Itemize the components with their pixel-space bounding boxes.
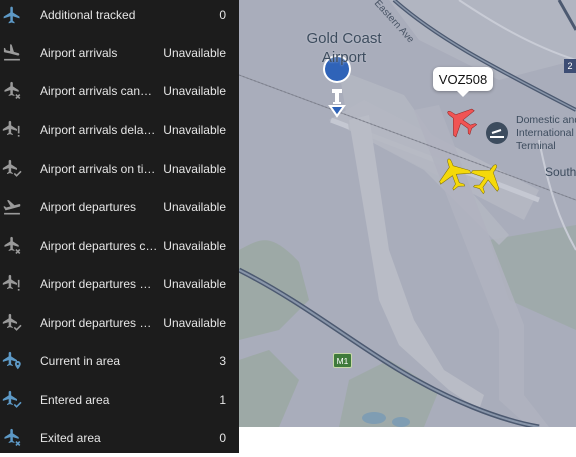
plane-cancel-icon: [2, 81, 22, 101]
list-item-value: 1: [219, 393, 226, 407]
sensor-list-panel: Additional tracked 0 Airport arrivals Un…: [0, 0, 239, 453]
list-item-value: Unavailable: [163, 46, 226, 60]
route-shield: 2: [564, 59, 576, 73]
list-item-value: Unavailable: [163, 162, 226, 176]
airport-label: Gold Coast Airport: [306, 30, 382, 66]
list-item-label: Exited area: [40, 431, 101, 445]
list-item-value: 0: [219, 8, 226, 22]
list-item-value: Unavailable: [163, 277, 226, 291]
plane-plus-icon: [2, 5, 22, 25]
plane-cancel-icon: [2, 236, 22, 256]
page-background: [239, 427, 576, 453]
list-item-airport-departures-cancelled[interactable]: Airport departures cancelled Unavailable: [0, 227, 239, 265]
list-item-value: Unavailable: [163, 239, 226, 253]
list-item-label: Airport arrivals delayed: [40, 123, 158, 137]
list-item-airport-arrivals-on-time[interactable]: Airport arrivals on time Unavailable: [0, 150, 239, 188]
plane-takeoff-icon: [2, 197, 22, 217]
list-item-label: Airport departures delayed: [40, 277, 158, 291]
list-item-airport-arrivals-cancelled[interactable]: Airport arrivals cancelled Unavailable: [0, 72, 239, 110]
list-item-label: Additional tracked: [40, 8, 136, 22]
list-item-label: Airport arrivals cancelled: [40, 84, 158, 98]
plane-check-icon: [2, 390, 22, 410]
list-item-value: 0: [219, 431, 226, 445]
plane-check-icon: [2, 313, 22, 333]
list-item-airport-arrivals[interactable]: Airport arrivals Unavailable: [0, 34, 239, 72]
flight-map[interactable]: Gold Coast Airport Domestic and Internat…: [239, 0, 576, 427]
list-item-label: Airport arrivals on time: [40, 162, 158, 176]
list-item-label: Airport departures: [40, 200, 137, 214]
motorway-shield: M1: [333, 353, 352, 368]
list-item-airport-departures[interactable]: Airport departures Unavailable: [0, 188, 239, 226]
suburb-label: South: [545, 165, 576, 179]
list-item-label: Airport departures on time: [40, 316, 158, 330]
list-item-entered-area[interactable]: Entered area 1: [0, 381, 239, 419]
list-item-label: Entered area: [40, 393, 110, 407]
list-item-label: Airport departures cancelled: [40, 239, 158, 253]
list-item-value: Unavailable: [163, 200, 226, 214]
list-item-airport-arrivals-delayed[interactable]: Airport arrivals delayed Unavailable: [0, 111, 239, 149]
list-item-label: Current in area: [40, 354, 121, 368]
list-item-airport-departures-delayed[interactable]: Airport departures delayed Unavailable: [0, 265, 239, 303]
plane-check-icon: [2, 159, 22, 179]
plane-delay-icon: [2, 274, 22, 294]
list-item-current-in-area[interactable]: Current in area 3: [0, 342, 239, 380]
plane-marker-icon: [2, 351, 22, 371]
list-item-value: Unavailable: [163, 316, 226, 330]
list-item-value: Unavailable: [163, 123, 226, 137]
plane-cancel-icon: [2, 428, 22, 448]
plane-landing-icon: [2, 43, 22, 63]
list-item-value: 3: [219, 354, 226, 368]
plane-delay-icon: [2, 120, 22, 140]
terminal-marker[interactable]: [486, 122, 508, 144]
list-item-value: Unavailable: [163, 84, 226, 98]
list-item-label: Airport arrivals: [40, 46, 118, 60]
list-item-additional-tracked[interactable]: Additional tracked 0: [0, 0, 239, 34]
list-item-airport-departures-on-time[interactable]: Airport departures on time Unavailable: [0, 304, 239, 342]
flight-callsign-tooltip[interactable]: VOZ508: [433, 67, 493, 97]
map-background: [239, 0, 576, 427]
terminal-label: Domestic and International Terminal: [516, 114, 576, 152]
list-item-exited-area[interactable]: Exited area 0: [0, 419, 239, 457]
